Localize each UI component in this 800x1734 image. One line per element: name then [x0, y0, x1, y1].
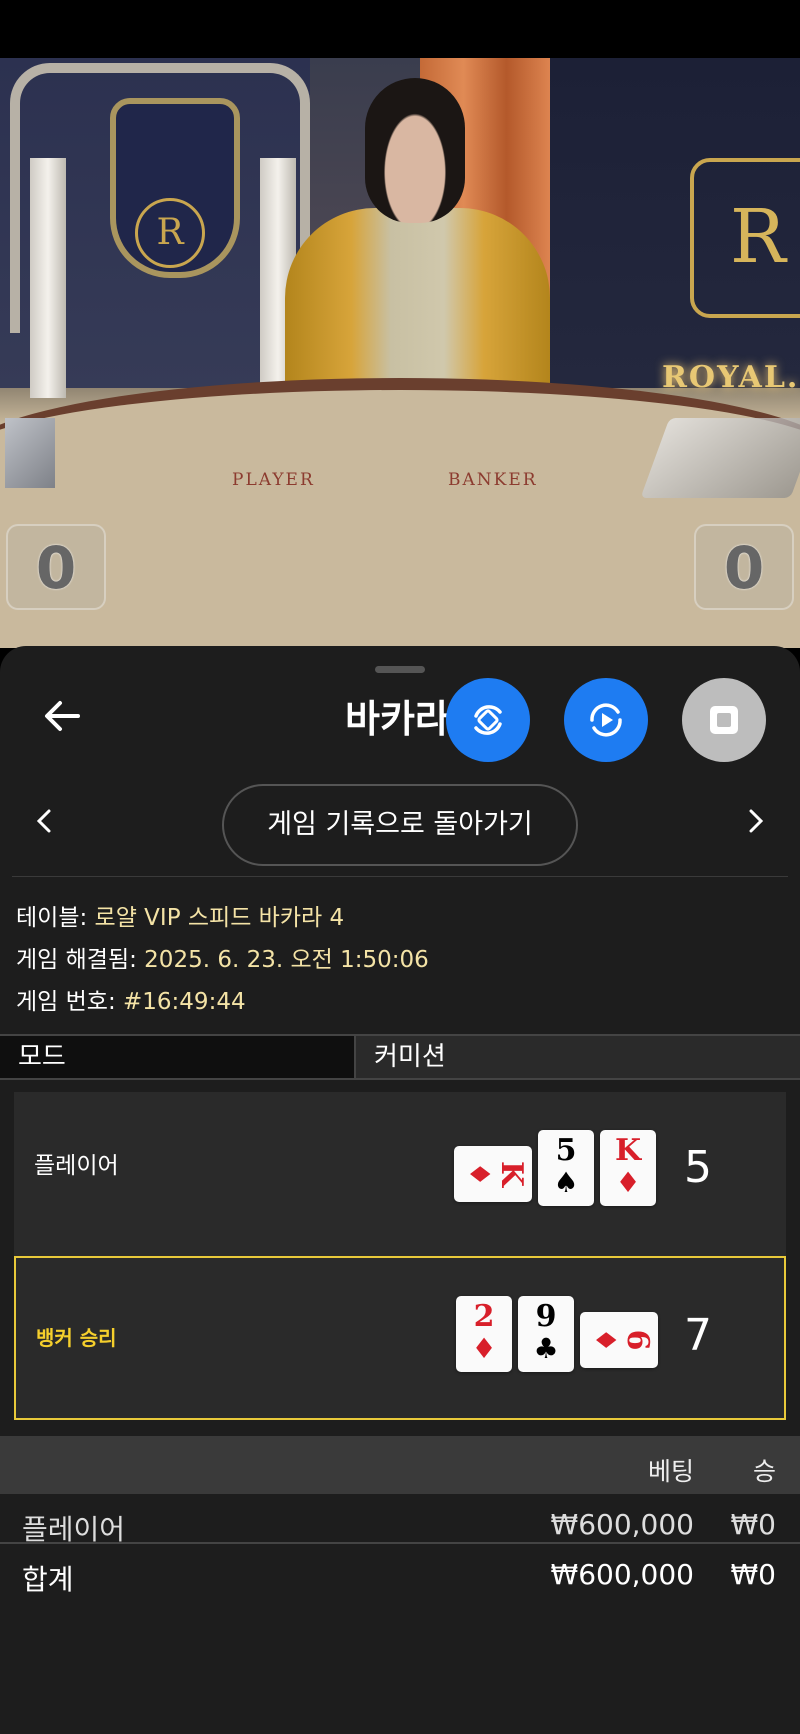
mode-tabs: 모드 커미션 — [0, 1034, 800, 1080]
page-title: 바카라 — [345, 697, 450, 741]
tab-mode[interactable]: 모드 — [0, 1036, 356, 1078]
resolved-info-value: 2025. 6. 23. 오전 1:50:06 — [144, 947, 429, 973]
live-video-feed: R R ROYAL. PLAYER BANKER 0 0 — [0, 58, 800, 648]
bet-total-amount: ₩600,000 — [550, 1558, 694, 1591]
card-suit-icon: ♦ — [463, 1161, 496, 1187]
card-suit-icon: ♠ — [553, 1166, 579, 1199]
row-divider — [0, 1542, 800, 1544]
royal-crest-logo: R — [690, 158, 800, 318]
card-suit-icon: ♦ — [471, 1332, 497, 1365]
bet-row-win: ₩0 — [730, 1508, 777, 1541]
pillar-left — [30, 158, 66, 398]
bet-total-win: ₩0 — [730, 1558, 777, 1591]
card-face: 2 ♦ — [456, 1300, 512, 1364]
sheet-drag-handle[interactable] — [375, 666, 425, 673]
banker-score-display: 0 — [694, 524, 794, 610]
table-player-label: PLAYER — [232, 470, 315, 490]
arrow-left-icon — [45, 701, 80, 731]
bet-row-amount: ₩600,000 — [550, 1508, 694, 1541]
bet-total-label: 합계 — [22, 1563, 74, 1596]
playing-card: 5 ♠ — [538, 1130, 594, 1206]
bets-table-header: 베팅 승 — [0, 1436, 800, 1494]
card-face: 6 ♦ — [580, 1312, 658, 1368]
table-info: 테이블: 로얄 VIP 스피드 바카라 4 — [16, 898, 344, 932]
stop-icon — [710, 706, 738, 734]
bet-row: 플레이어 ₩600,000 ₩0 — [0, 1498, 800, 1548]
playing-card: K ♦ — [600, 1130, 656, 1206]
previous-game-button[interactable] — [30, 806, 60, 836]
game-detail-sheet: 바카라 게임 기록으로 돌아가기 테이블: 로얄 VIP 스피드 바카라 4 게… — [0, 646, 800, 1734]
bet-column-header: 베팅 — [647, 1457, 694, 1486]
banker-hand-row: 뱅커 승리 2 ♦ 9 ♣ 6 ♦ 7 — [14, 1256, 786, 1420]
resolved-info-label: 게임 해결됨: — [16, 947, 145, 973]
card-rank: 5 — [555, 1133, 577, 1168]
card-shoe — [640, 418, 800, 498]
player-hand-row: 플레이어 K ♦ 5 ♠ K ♦ 5 — [14, 1092, 786, 1256]
next-game-button[interactable] — [740, 806, 770, 836]
banker-win-label: 뱅커 승리 — [36, 1326, 117, 1350]
player-score-display: 0 — [6, 524, 106, 610]
back-button[interactable] — [40, 694, 84, 738]
playing-card: 6 ♦ — [580, 1312, 658, 1368]
dealer-head — [365, 78, 465, 223]
player-hand-label: 플레이어 — [34, 1153, 119, 1179]
playing-card: K ♦ — [454, 1146, 532, 1202]
card-rack — [5, 418, 55, 488]
card-suit-icon: ♦ — [615, 1166, 641, 1199]
tab-commission[interactable]: 커미션 — [356, 1036, 800, 1078]
card-suit-icon: ♣ — [533, 1332, 559, 1365]
rotate-sync-button[interactable] — [446, 678, 530, 762]
card-rank: 9 — [535, 1299, 557, 1334]
chevron-right-icon — [749, 809, 764, 833]
brand-sign: ROYAL. — [662, 360, 800, 395]
card-face: 5 ♠ — [538, 1134, 594, 1198]
resolved-info: 게임 해결됨: 2025. 6. 23. 오전 1:50:06 — [16, 940, 429, 974]
game-number-info: 게임 번호: #16:49:44 — [16, 982, 246, 1016]
card-face: K ♦ — [454, 1146, 532, 1202]
replay-icon — [590, 703, 622, 737]
crest-logo: R — [135, 198, 205, 268]
banker-hand-total: 7 — [684, 1310, 712, 1361]
table-banker-label: BANKER — [448, 470, 538, 490]
player-hand-total: 5 — [684, 1142, 712, 1193]
table-info-value: 로얄 VIP 스피드 바카라 4 — [94, 905, 345, 931]
playing-card: 9 ♣ — [518, 1296, 574, 1372]
card-rank: K — [494, 1160, 529, 1188]
playing-card: 2 ♦ — [456, 1296, 512, 1372]
card-rank: 6 — [620, 1329, 655, 1351]
card-rank: K — [614, 1133, 642, 1168]
card-rank: 2 — [473, 1299, 495, 1334]
card-suit-icon: ♦ — [589, 1327, 622, 1353]
card-face: 9 ♣ — [518, 1300, 574, 1364]
win-column-header: 승 — [752, 1457, 776, 1486]
card-face: K ♦ — [600, 1134, 656, 1198]
game-number-label: 게임 번호: — [16, 989, 124, 1015]
chevron-left-icon — [36, 809, 51, 833]
stop-button[interactable] — [682, 678, 766, 762]
rotate-sync-icon — [474, 705, 502, 735]
replay-button[interactable] — [564, 678, 648, 762]
game-number-value: #16:49:44 — [123, 989, 246, 1015]
back-to-history-button[interactable]: 게임 기록으로 돌아가기 — [222, 784, 578, 866]
bet-total-row: 합계 ₩600,000 ₩0 — [0, 1548, 800, 1598]
divider — [12, 876, 788, 877]
table-info-label: 테이블: — [16, 905, 95, 931]
